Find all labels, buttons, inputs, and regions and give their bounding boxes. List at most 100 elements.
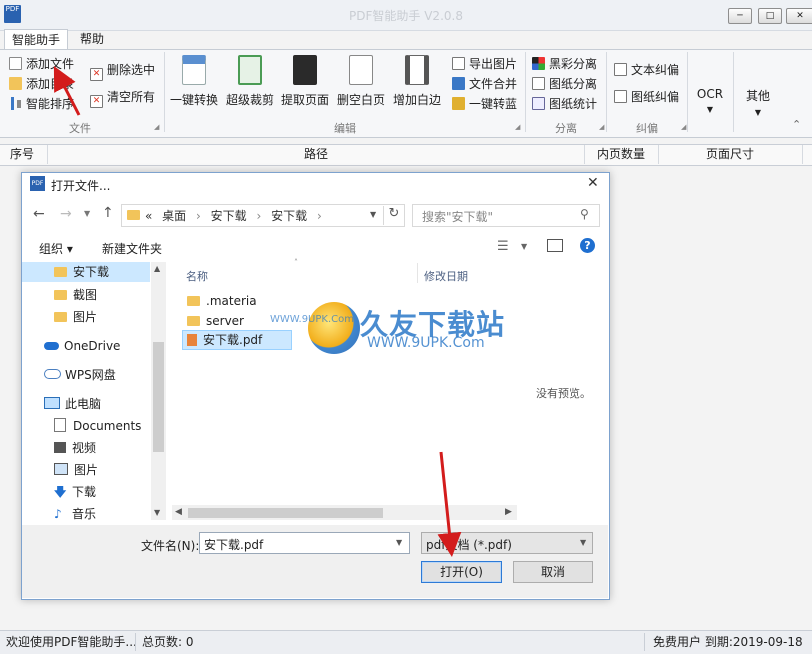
dialog-close-button[interactable]: ✕ [587,175,599,191]
clear-all-button[interactable]: ✕ 清空所有 [90,88,155,108]
nav-item-videos[interactable]: 视频 [54,437,96,459]
file-hscroll-thumb[interactable] [188,508,383,518]
nav-item-documents[interactable]: Documents [54,415,141,437]
chevron-down-icon[interactable]: ▼ [580,538,586,547]
file-row[interactable]: server [187,311,244,331]
column-page-size[interactable]: 页面尺寸 [658,145,803,164]
edit-group-label: 编辑 [334,122,356,135]
merge-label: 文件合并 [469,77,518,91]
nav-item-downloads[interactable]: 🡇 下载 [54,481,96,503]
help-icon[interactable]: ? [580,238,595,253]
text-deskew-button[interactable]: 文本纠偏 [614,61,679,79]
organize-button[interactable]: 组织 ▾ [39,240,73,257]
file-name: 安下载.pdf [203,333,263,347]
recent-locations-icon[interactable]: ▼ [84,209,90,218]
scroll-right-icon[interactable]: ▶ [505,507,512,517]
column-divider [417,263,418,283]
drawing-deskew-button[interactable]: 图纸纠偏 [614,88,679,106]
folder-icon [127,210,140,220]
scroll-up-icon[interactable]: ▲ [154,264,160,273]
other-label: 其他 [745,89,770,103]
one-click-convert-button[interactable]: 一键转换 [166,52,222,108]
maximize-button[interactable]: □ [758,8,782,24]
ribbon-separator [733,52,734,132]
sort-icon [9,97,22,110]
drawing-stats-button[interactable]: 图纸统计 [532,95,597,113]
separate-group-label: 分离 [555,122,577,135]
delete-selected-button[interactable]: ✕ 删除选中 [90,61,155,81]
breadcrumb-folder[interactable]: 安下载 [211,209,247,223]
drawing-separate-button[interactable]: 图纸分离 [532,75,597,93]
group-launcher-icon[interactable]: ◢ [681,123,686,131]
group-launcher-icon[interactable]: ◢ [154,123,159,131]
download-icon: 🡇 [54,485,67,499]
column-path[interactable]: 路径 [48,145,585,164]
add-folder-button[interactable]: 添加目录 [9,75,74,93]
back-arrow-icon[interactable]: ← [33,206,45,222]
export-image-button[interactable]: 导出图片 [452,55,517,73]
breadcrumb-desktop[interactable]: 桌面 [162,209,186,223]
extract-pages-button[interactable]: 提取页面 [277,52,333,108]
other-button[interactable]: 其他 ▼ [740,87,776,118]
group-launcher-icon[interactable]: ◢ [515,123,520,131]
breadcrumb-overflow[interactable]: « [145,209,152,223]
scroll-down-icon[interactable]: ▼ [154,508,160,517]
up-folder-icon[interactable]: ↑ [102,205,114,221]
breadcrumb-current[interactable]: 安下载 [271,209,307,223]
address-dropdown-icon[interactable]: ▼ [370,210,376,219]
cancel-button[interactable]: 取消 [513,561,593,583]
forward-arrow-icon[interactable]: → [60,206,72,222]
nav-item-downloads-folder[interactable]: 安下载 [54,261,109,283]
nav-item-wps-cloud[interactable]: WPS网盘 [44,364,116,386]
tab-help[interactable]: 帮助 [70,29,114,49]
nav-item-pictures-folder[interactable]: 图片 [54,306,97,328]
nav-item-music[interactable]: ♪ 音乐 [54,503,96,525]
tab-smart-assistant[interactable]: 智能助手 [4,29,68,50]
nav-item-this-pc[interactable]: 此电脑 [44,393,101,415]
nav-item-onedrive[interactable]: OneDrive [44,335,120,357]
ocr-button[interactable]: OCR ▼ [692,87,728,115]
column-name[interactable]: 名称 [186,268,208,284]
to-blue-button[interactable]: 一键转蓝 [452,95,517,113]
file-row-selected[interactable]: 安下载.pdf [187,330,262,350]
refresh-icon[interactable]: ↻ [383,206,404,225]
smart-sort-button[interactable]: 智能排序 [9,95,74,113]
chevron-down-icon: ▼ [754,108,762,117]
add-file-icon [9,57,22,70]
dialog-title: 打开文件... [51,179,111,193]
minimize-button[interactable]: ─ [728,8,752,24]
text-deskew-label: 文本纠偏 [631,63,680,77]
delete-blank-pages-button[interactable]: 删空白页 [333,52,389,108]
drawing-stats-label: 图纸统计 [549,97,598,111]
color-separate-icon [532,57,545,70]
group-launcher-icon[interactable]: ◢ [599,123,604,131]
add-file-button[interactable]: 添加文件 [9,55,74,73]
close-button[interactable]: ✕ [786,8,812,24]
chevron-down-icon[interactable]: ▼ [396,538,402,547]
preview-pane-icon[interactable] [547,239,563,252]
open-button[interactable]: 打开(O) [421,561,502,583]
collapse-ribbon-icon[interactable]: ⌃ [792,118,801,131]
nav-item-pictures[interactable]: 图片 [54,459,98,481]
ribbon-separator [525,52,526,132]
delete-selected-icon: ✕ [90,68,103,81]
nav-scroll-thumb[interactable] [153,342,164,452]
view-options-icon[interactable]: ☰ [497,239,509,254]
chevron-down-icon[interactable]: ▼ [521,242,527,251]
column-page-count[interactable]: 内页数量 [584,145,659,164]
search-icon[interactable]: ⚲ [580,207,589,221]
scroll-left-icon[interactable]: ◀ [175,507,182,517]
column-modified-date[interactable]: 修改日期 [424,268,468,284]
file-row[interactable]: .materia [187,291,257,311]
correct-group-label: 纠偏 [636,122,658,135]
color-separate-button[interactable]: 黑彩分离 [532,55,597,73]
super-crop-button[interactable]: 超级裁剪 [222,52,278,108]
new-folder-button[interactable]: 新建文件夹 [102,240,162,257]
nav-item-screenshots[interactable]: 截图 [54,284,97,306]
merge-files-button[interactable]: 文件合并 [452,75,517,93]
column-index[interactable]: 序号 [0,145,48,164]
picture-icon [54,463,68,475]
chevron-right-icon: › [256,209,262,223]
cloud-icon [44,369,61,379]
add-margin-button[interactable]: 增加白边 [389,52,445,108]
